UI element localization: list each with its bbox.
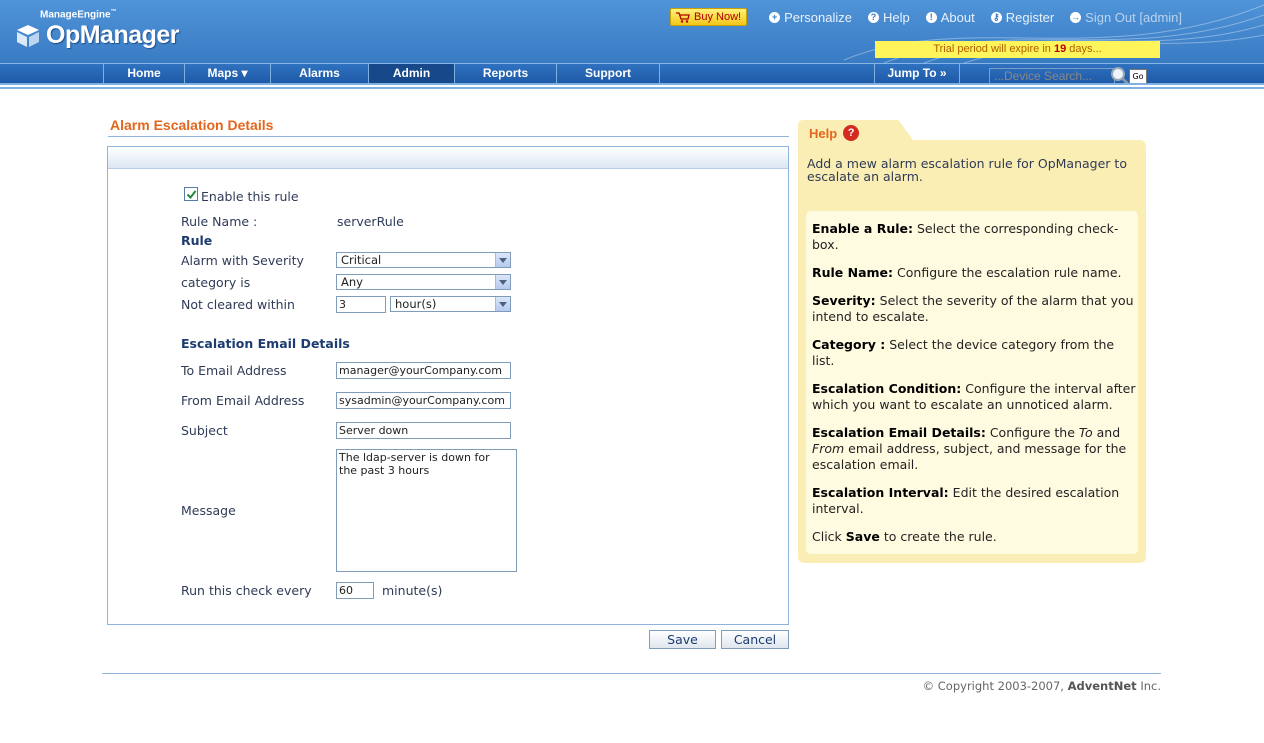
nav-maps[interactable]: Maps ▾	[184, 64, 270, 84]
footer-divider	[102, 673, 1161, 674]
main-nav: Home Maps ▾ Alarms Admin Reports Support…	[0, 63, 1264, 86]
brand-vendor: ManageEngine™	[40, 9, 117, 21]
rule-section-heading: Rule	[181, 233, 213, 248]
rule-name-label: Rule Name :	[181, 214, 258, 229]
not-cleared-label: Not cleared within	[181, 297, 295, 312]
form-header-bar	[108, 147, 788, 169]
from-email-input[interactable]: sysadmin@yourCompany.com	[336, 392, 511, 409]
category-selected: Any	[341, 275, 363, 289]
nav-underline	[0, 83, 1264, 91]
help-label: Help	[883, 9, 910, 25]
run-check-unit: minute(s)	[382, 583, 443, 598]
help-item-condition: Escalation Condition: Configure the inte…	[812, 381, 1136, 412]
chevron-down-icon	[495, 297, 510, 311]
buy-now-button[interactable]: Buy Now!	[670, 8, 748, 26]
save-button[interactable]: Save	[649, 630, 716, 649]
subject-input[interactable]: Server down	[336, 422, 511, 439]
help-item-interval: Escalation Interval: Edit the desired es…	[812, 485, 1120, 516]
about-link[interactable]: ! About	[925, 9, 975, 25]
copyright-text: © Copyright 2003-2007,	[922, 679, 1064, 693]
copyright-company[interactable]: AdventNet	[1068, 679, 1137, 693]
nav-admin[interactable]: Admin	[368, 64, 454, 84]
severity-label: Alarm with Severity	[181, 253, 304, 268]
personalize-link[interactable]: + Personalize	[769, 10, 852, 25]
page-title: Alarm Escalation Details	[110, 117, 274, 133]
trial-banner: Trial period will expire in 19 days...	[875, 41, 1160, 58]
checkmark-icon	[186, 189, 196, 199]
message-textarea[interactable]: The ldap-server is down for the past 3 h…	[336, 449, 517, 572]
not-cleared-unit-selected: hour(s)	[395, 297, 437, 311]
rule-name-value: serverRule	[337, 214, 404, 229]
register-label: Register	[1005, 9, 1055, 25]
severity-selected: Critical	[341, 253, 382, 267]
to-email-input[interactable]: manager@yourCompany.com	[336, 362, 511, 379]
title-divider	[108, 136, 789, 137]
severity-select[interactable]: Critical	[336, 252, 511, 268]
cancel-button[interactable]: Cancel	[721, 630, 789, 649]
category-select[interactable]: Any	[336, 274, 511, 290]
enable-rule-checkbox[interactable]	[184, 187, 198, 201]
message-label: Message	[181, 503, 236, 518]
cart-icon	[676, 11, 690, 23]
info-circle-icon: !	[925, 11, 937, 23]
sign-out-link[interactable]: → Sign Out [admin]	[1070, 10, 1182, 25]
copyright-suffix: Inc.	[1140, 679, 1161, 693]
about-label: About	[940, 9, 975, 25]
category-label: category is	[181, 275, 251, 290]
nav-home[interactable]: Home	[103, 64, 184, 84]
help-item-enable: Enable a Rule: Select the corresponding …	[812, 221, 1119, 252]
question-circle-icon: ?	[868, 11, 880, 23]
device-search-input[interactable]: ...Device Search...	[989, 67, 1115, 85]
plus-circle-icon: +	[769, 11, 781, 23]
trial-suffix: days...	[1069, 43, 1102, 55]
question-icon: ?	[843, 125, 860, 141]
key-icon: ⚷	[990, 11, 1002, 23]
run-check-label: Run this check every	[181, 583, 312, 598]
jump-to-menu[interactable]: Jump To »	[874, 64, 960, 84]
chevron-down-icon	[495, 253, 510, 267]
opmanager-logo-icon	[17, 25, 39, 47]
search-go-button[interactable]: Go	[1129, 68, 1147, 84]
buy-now-label: Buy Now!	[694, 11, 742, 23]
register-link[interactable]: ⚷ Register	[990, 9, 1055, 25]
help-intro: Add a mew alarm escalation rule for OpMa…	[807, 156, 1127, 184]
not-cleared-input[interactable]: 3	[336, 296, 386, 313]
help-title-text: Help	[809, 125, 838, 141]
arrow-circle-icon: →	[1070, 11, 1082, 23]
run-check-input[interactable]: 60	[336, 582, 374, 599]
personalize-label: Personalize	[784, 9, 853, 25]
trial-prefix: Trial period will expire in	[933, 43, 1051, 55]
help-item-severity: Severity: Select the severity of the ala…	[812, 293, 1134, 324]
help-item-category: Category : Select the device category fr…	[812, 337, 1115, 368]
from-email-label: From Email Address	[181, 393, 305, 408]
nav-tabs: Home Maps ▾ Alarms Admin Reports Support	[103, 64, 660, 84]
copyright: © Copyright 2003-2007, AdventNet Inc.	[923, 679, 1161, 693]
help-link[interactable]: ? Help	[868, 10, 910, 25]
nav-reports[interactable]: Reports	[454, 64, 556, 84]
email-section-heading: Escalation Email Details	[181, 336, 350, 351]
app-header: ManageEngine™ OpManager Buy Now! + Person…	[0, 0, 1264, 63]
top-links: Buy Now! + Personalize ? Help ! About ⚷ Regi…	[670, 8, 1198, 26]
help-item-rule-name: Rule Name: Configure the escalation rule…	[812, 265, 1122, 280]
help-item-save: Click Save to create the rule.	[812, 529, 997, 544]
help-item-email-details: Escalation Email Details: Configure the …	[812, 425, 1127, 472]
trial-days: 19	[1053, 43, 1067, 55]
not-cleared-unit-select[interactable]: hour(s)	[390, 296, 511, 312]
nav-support[interactable]: Support	[556, 64, 660, 84]
sign-out-label: Sign Out [admin]	[1085, 9, 1182, 25]
nav-alarms[interactable]: Alarms	[270, 64, 368, 84]
chevron-down-icon	[495, 275, 510, 289]
subject-label: Subject	[181, 423, 228, 438]
enable-rule-label: Enable this rule	[201, 189, 299, 204]
to-email-label: To Email Address	[181, 363, 287, 378]
product-name[interactable]: OpManager	[46, 21, 180, 50]
help-heading: Help ?	[809, 125, 860, 141]
